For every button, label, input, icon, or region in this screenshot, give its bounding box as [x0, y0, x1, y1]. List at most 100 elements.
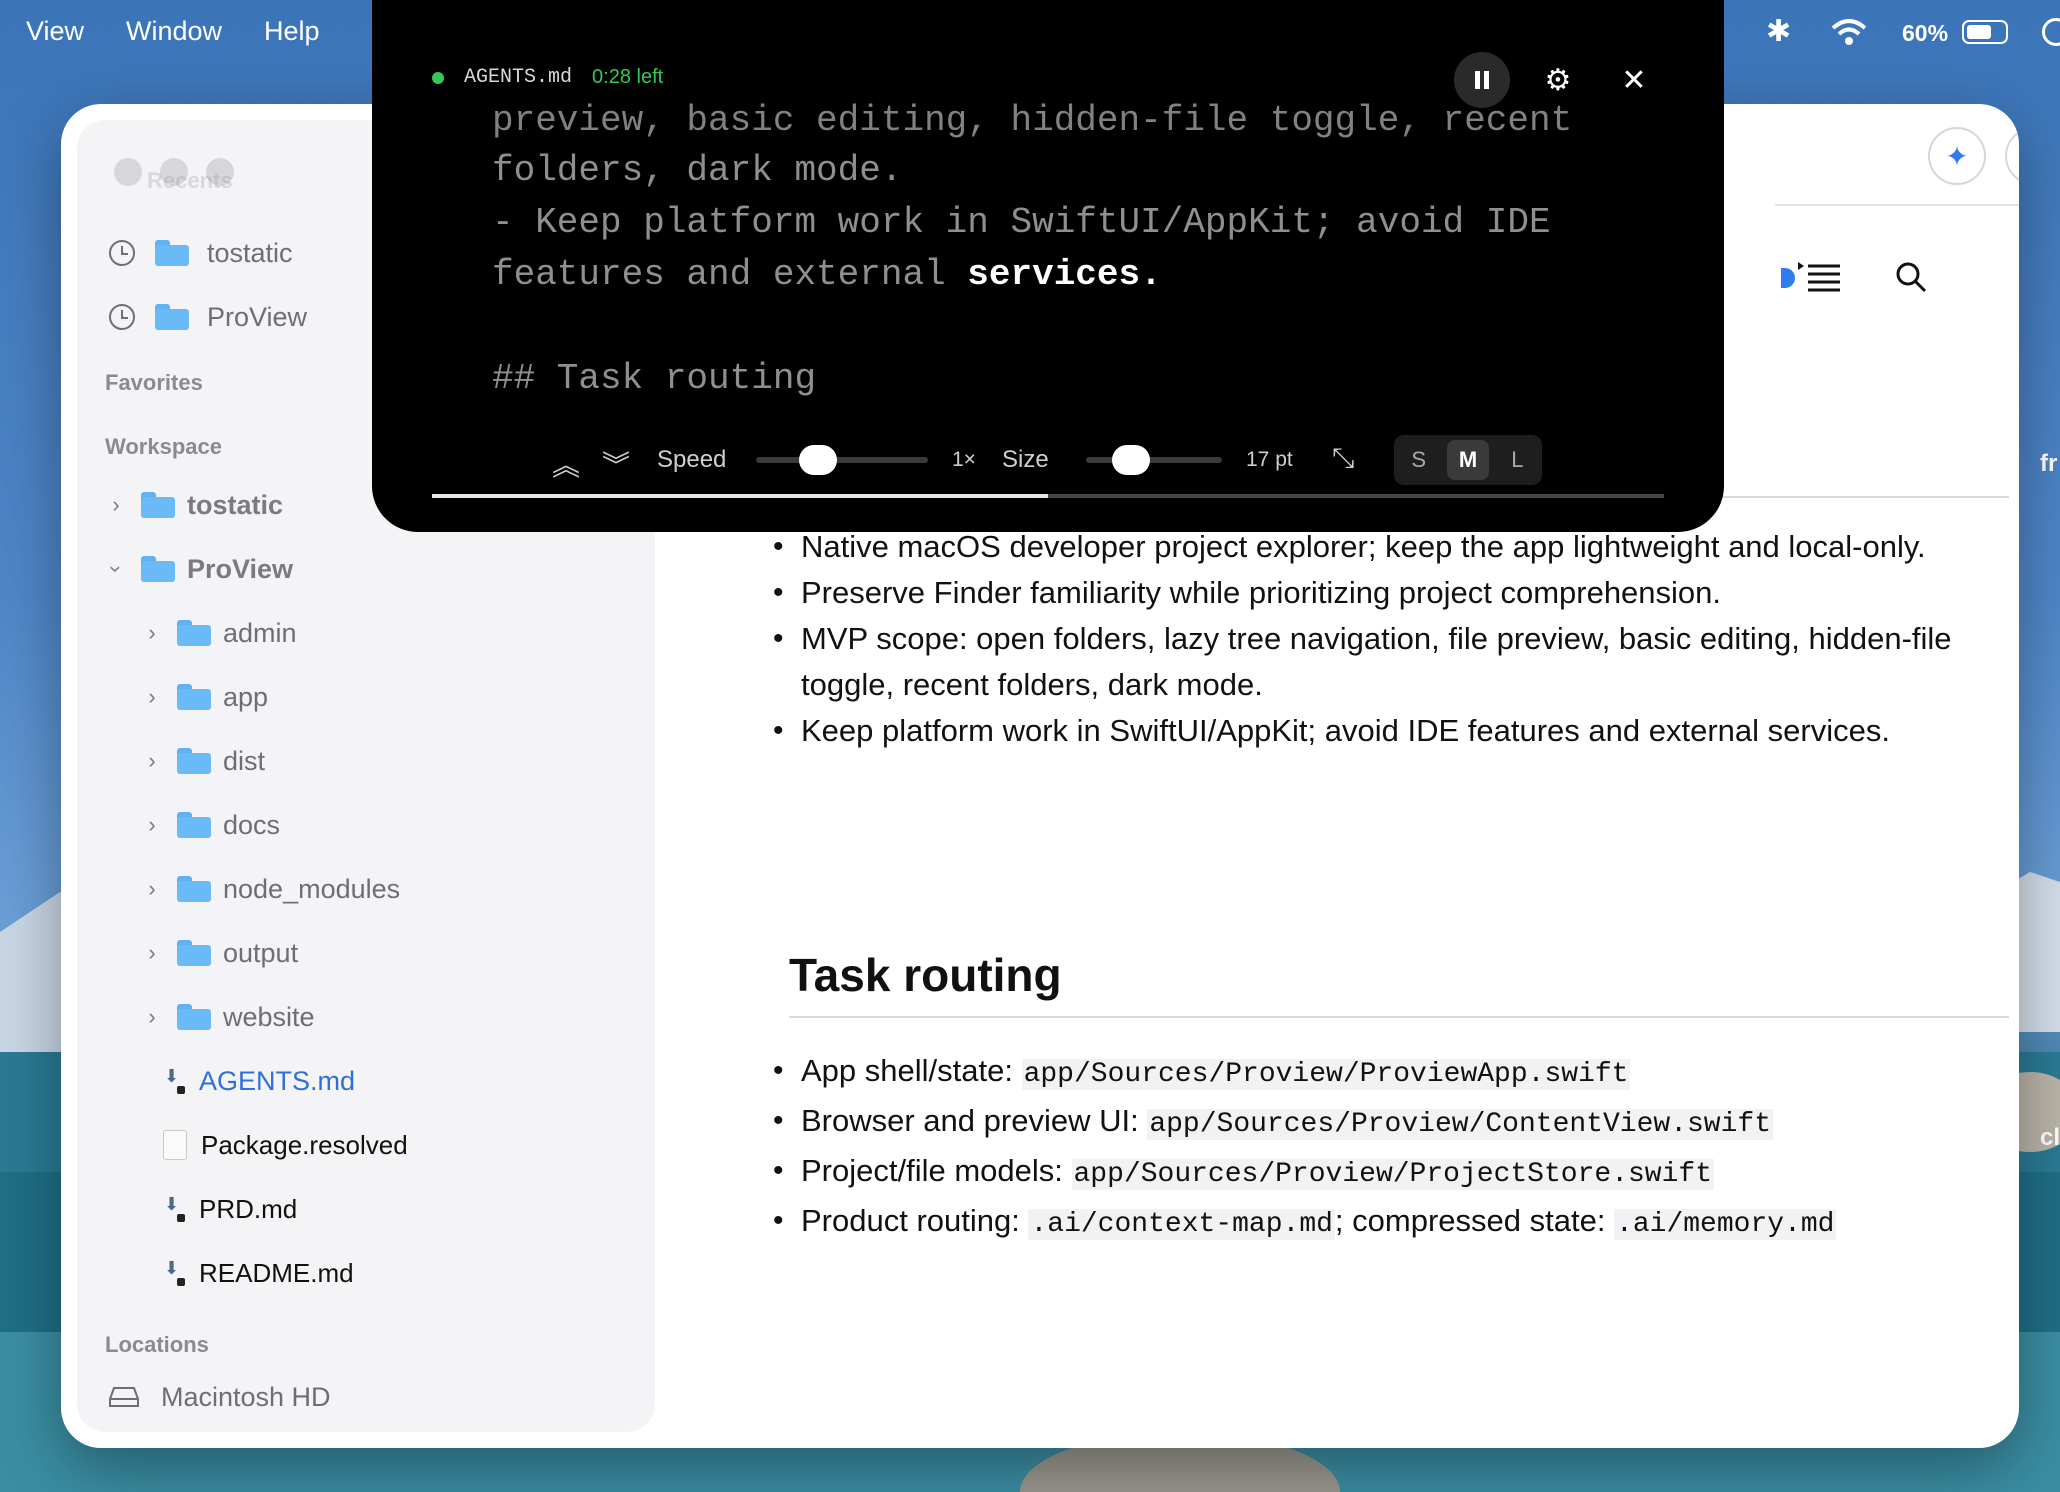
workspace-header: Workspace: [105, 434, 222, 459]
chevron-right-icon[interactable]: ›: [141, 940, 163, 966]
folder-icon: [155, 240, 189, 266]
overlay-header: AGENTS.md 0:28 left: [432, 66, 663, 89]
prompter-line: folders, dark mode.: [492, 150, 903, 191]
code-path: .ai/context-map.md: [1028, 1209, 1335, 1240]
size-slider[interactable]: [1086, 445, 1222, 475]
workspace-item-proview[interactable]: › ProView: [103, 544, 293, 594]
recent-item-label: ProView: [207, 301, 308, 332]
prompter-line-current: features and external services.: [492, 254, 1162, 295]
location-macintosh-hd[interactable]: Macintosh HD: [109, 1372, 331, 1422]
size-preset-l[interactable]: L: [1496, 440, 1538, 480]
reading-progress-fill: [432, 494, 1048, 498]
size-value: 17 pt: [1246, 448, 1293, 471]
settings-button[interactable]: ⚙: [1530, 52, 1586, 108]
double-chevron-down-icon: ︾: [602, 450, 631, 481]
chevron-right-icon[interactable]: ›: [141, 620, 163, 646]
chevron-right-icon[interactable]: ›: [141, 684, 163, 710]
control-center-icon[interactable]: [2042, 18, 2060, 46]
hard-drive-icon: [109, 1387, 139, 1407]
chevron-down-icon[interactable]: ›: [103, 558, 129, 580]
tree-item-node-modules[interactable]: › node_modules: [141, 864, 400, 914]
recent-item-tostatic[interactable]: tostatic: [109, 228, 293, 278]
tree-item-docs[interactable]: › docs: [141, 800, 280, 850]
tree-item-website[interactable]: › website: [141, 992, 315, 1042]
tree-item-label: node_modules: [223, 873, 401, 904]
file-item-prd-md[interactable]: PRD.md: [163, 1184, 297, 1234]
battery-icon[interactable]: [1962, 20, 2008, 44]
recent-item-proview[interactable]: ProView: [109, 292, 307, 342]
prompter-file-name: AGENTS.md: [464, 66, 573, 89]
tree-item-admin[interactable]: › admin: [141, 608, 297, 658]
size-preset-m[interactable]: M: [1446, 440, 1489, 480]
reading-progress-bar: [432, 494, 1664, 498]
file-item-label: Package.resolved: [201, 1129, 408, 1160]
close-overlay-button[interactable]: ✕: [1606, 52, 1662, 108]
tree-item-dist[interactable]: › dist: [141, 736, 265, 786]
chevron-right-icon[interactable]: ›: [141, 876, 163, 902]
routing-label: App shell/state:: [801, 1053, 1022, 1088]
tree-item-label: app: [223, 681, 269, 712]
toolbar-divider: [1775, 204, 2019, 206]
list-item: Browser and preview UI: app/Sources/Prov…: [773, 1098, 2019, 1148]
menu-window[interactable]: Window: [126, 16, 222, 47]
ai-assist-button[interactable]: ✦: [1928, 127, 1986, 185]
heading-divider: [789, 1016, 2009, 1018]
tree-item-label: admin: [223, 617, 297, 648]
locations-header: Locations: [105, 1332, 209, 1357]
list-item: Preserve Finder familiarity while priori…: [773, 570, 2003, 616]
double-chevron-up-icon: ︽: [552, 450, 581, 481]
tree-item-label: website: [223, 1001, 315, 1032]
pause-button[interactable]: [1454, 52, 1510, 108]
size-preset-s[interactable]: S: [1398, 440, 1440, 480]
expand-button[interactable]: ⤡: [1332, 442, 1354, 475]
close-window-button[interactable]: [114, 158, 142, 186]
chevron-right-icon[interactable]: ›: [141, 1004, 163, 1030]
chevron-right-icon[interactable]: ›: [141, 748, 163, 774]
clock-icon: [109, 240, 135, 266]
menu-help[interactable]: Help: [264, 16, 320, 47]
prompter-line-text: features and external: [492, 254, 968, 295]
folder-icon: [177, 812, 211, 838]
chevron-right-icon[interactable]: ›: [105, 492, 127, 518]
teleprompter-overlay: preview, basic editing, hidden-file togg…: [372, 0, 1724, 532]
folder-icon: [177, 876, 211, 902]
code-path: app/Sources/Proview/ProviewApp.swift: [1021, 1059, 1631, 1090]
tree-item-app[interactable]: › app: [141, 672, 268, 722]
size-label: Size: [1002, 446, 1049, 473]
file-item-agents-md[interactable]: AGENTS.md: [163, 1056, 355, 1106]
chevron-right-icon[interactable]: ›: [141, 812, 163, 838]
pause-icon: [1475, 71, 1489, 89]
file-item-readme-md[interactable]: README.md: [163, 1248, 354, 1298]
battery-percentage: 60%: [1902, 20, 1949, 46]
tree-item-label: docs: [223, 809, 281, 840]
outline-icon[interactable]: [1796, 260, 1842, 296]
scroll-down-button[interactable]: ︾: [602, 444, 630, 484]
tree-item-label: dist: [223, 745, 266, 776]
folder-icon: [177, 940, 211, 966]
list-item: Product routing: .ai/context-map.md; com…: [773, 1198, 2019, 1248]
search-button[interactable]: [2005, 127, 2019, 185]
scroll-up-button[interactable]: ︽: [552, 444, 580, 484]
speed-slider-thumb[interactable]: [798, 445, 837, 475]
file-item-package-resolved[interactable]: Package.resolved: [163, 1120, 408, 1170]
code-path: app/Sources/Proview/ContentView.swift: [1147, 1109, 1774, 1140]
workspace-item-tostatic[interactable]: › tostatic: [105, 480, 283, 530]
tree-item-output[interactable]: › output: [141, 928, 298, 978]
list-item: App shell/state: app/Sources/Proview/Pro…: [773, 1048, 2019, 1098]
bluetooth-icon[interactable]: ✱: [1766, 14, 1791, 49]
speed-slider[interactable]: [756, 445, 928, 475]
routing-label: Product routing:: [801, 1203, 1029, 1238]
routing-label: Browser and preview UI:: [801, 1103, 1148, 1138]
folder-icon: [177, 1004, 211, 1030]
recent-item-label: tostatic: [207, 237, 293, 268]
heading-task-routing: Task routing: [789, 949, 1062, 1001]
find-in-document-icon[interactable]: [1894, 260, 1928, 294]
speed-value: 1×: [952, 448, 976, 471]
close-icon: ✕: [1621, 63, 1647, 97]
menu-view[interactable]: View: [26, 16, 84, 47]
gear-icon: ⚙: [1544, 63, 1572, 97]
size-slider-thumb[interactable]: [1112, 445, 1151, 475]
wifi-icon[interactable]: [1830, 18, 1868, 48]
file-item-label: AGENTS.md: [199, 1065, 356, 1096]
code-path: .ai/memory.md: [1614, 1209, 1837, 1240]
